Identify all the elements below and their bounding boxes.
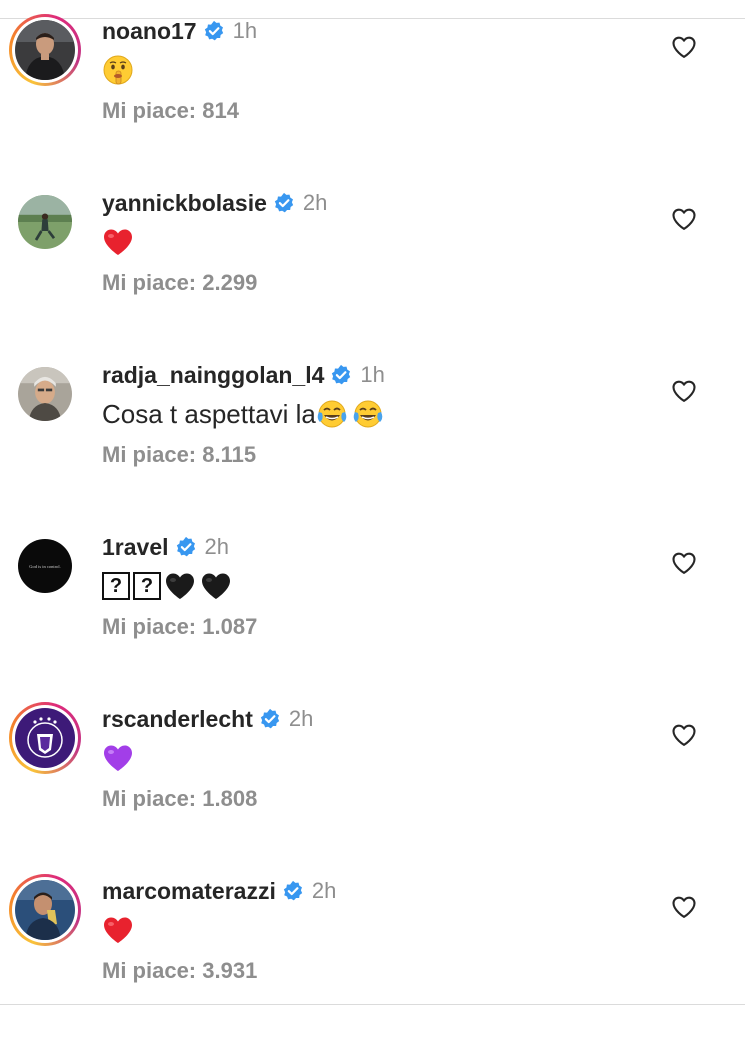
likes-count[interactable]: Mi piace: 1.087 — [102, 612, 257, 642]
username[interactable]: noano17 — [102, 18, 197, 45]
username-line: marcomaterazzi 2h — [102, 874, 336, 908]
timestamp: 2h — [288, 706, 314, 731]
like-heart-icon[interactable] — [670, 721, 698, 749]
avatar[interactable] — [9, 14, 81, 86]
bottom-divider — [0, 1004, 745, 1005]
like-heart-icon[interactable] — [670, 893, 698, 921]
username[interactable]: marcomaterazzi — [102, 878, 276, 905]
comment-item: marcomaterazzi 2h Mi piace: 3.931 — [0, 872, 745, 1044]
avatar-image — [18, 195, 72, 249]
avatar-image — [18, 367, 72, 421]
like-heart-icon[interactable] — [670, 549, 698, 577]
verified-badge-icon — [204, 20, 223, 41]
avatar[interactable] — [9, 358, 81, 430]
username-line: radja_nainggolan_l4 1h — [102, 358, 385, 392]
comment-item: noano17 1h Mi piace: 814 — [0, 12, 745, 184]
timestamp: 2h — [311, 878, 337, 903]
comment-text — [102, 910, 138, 950]
likes-count[interactable]: Mi piace: 3.931 — [102, 956, 257, 986]
shushing-face-emoji-icon — [103, 55, 133, 85]
avatar-image — [15, 708, 75, 768]
replacement-char-icon: ? — [133, 572, 161, 600]
username-line: noano17 1h — [102, 14, 257, 48]
tears-of-joy-emoji-icon — [353, 400, 383, 428]
username-line: yannickbolasie 2h — [102, 186, 327, 220]
username[interactable]: radja_nainggolan_l4 — [102, 362, 324, 389]
comment-text — [102, 738, 138, 778]
likes-count[interactable]: Mi piace: 8.115 — [102, 440, 256, 470]
avatar[interactable]: God is in control. — [9, 530, 81, 602]
verified-badge-icon — [274, 192, 294, 213]
likes-count[interactable]: Mi piace: 814 — [102, 96, 239, 126]
comment-text: Cosa t aspettavi la — [102, 394, 388, 434]
avatar-image — [15, 880, 75, 940]
verified-badge-icon — [176, 536, 195, 557]
comment-text-content: Cosa t aspettavi la — [102, 398, 316, 429]
verified-badge-icon — [260, 708, 280, 729]
timestamp: 2h — [204, 534, 229, 559]
avatar-caption: God is in control. — [29, 564, 61, 569]
avatar[interactable] — [9, 702, 81, 774]
username-line: rscanderlecht 2h — [102, 702, 313, 736]
comment-text — [102, 50, 138, 90]
timestamp: 1h — [360, 362, 385, 387]
comment-text: ? ? — [102, 566, 236, 606]
avatar[interactable] — [9, 874, 81, 946]
red-heart-emoji-icon — [104, 229, 132, 255]
comment-item: rscanderlecht 2h Mi piace: 1.808 — [0, 700, 745, 872]
timestamp: 2h — [302, 190, 328, 215]
like-heart-icon[interactable] — [670, 205, 698, 233]
black-heart-emoji-icon — [166, 573, 194, 599]
verified-badge-icon — [283, 880, 303, 901]
tears-of-joy-emoji-icon — [317, 400, 347, 428]
black-heart-emoji-icon — [202, 573, 230, 599]
comment-text — [102, 222, 138, 262]
avatar-image — [15, 20, 75, 80]
like-heart-icon[interactable] — [670, 377, 698, 405]
replacement-char-icon: ? — [102, 572, 130, 600]
purple-heart-emoji-icon — [104, 745, 132, 771]
timestamp: 1h — [232, 18, 258, 43]
like-heart-icon[interactable] — [670, 33, 698, 61]
username[interactable]: 1ravel — [102, 534, 169, 561]
username[interactable]: rscanderlecht — [102, 706, 253, 733]
username[interactable]: yannickbolasie — [102, 190, 267, 217]
comment-item: yannickbolasie 2h Mi piace: 2.299 — [0, 184, 745, 356]
username-line: 1ravel 2h — [102, 530, 229, 564]
avatar[interactable] — [9, 186, 81, 258]
comment-item: radja_nainggolan_l4 1h Cosa t aspettavi … — [0, 356, 745, 528]
red-heart-emoji-icon — [104, 917, 132, 943]
comment-item: God is in control. 1ravel 2h ? ? Mi piac… — [0, 528, 745, 700]
verified-badge-icon — [332, 364, 351, 385]
likes-count[interactable]: Mi piace: 1.808 — [102, 784, 257, 814]
likes-count[interactable]: Mi piace: 2.299 — [102, 268, 257, 298]
avatar-image: God is in control. — [18, 539, 72, 593]
